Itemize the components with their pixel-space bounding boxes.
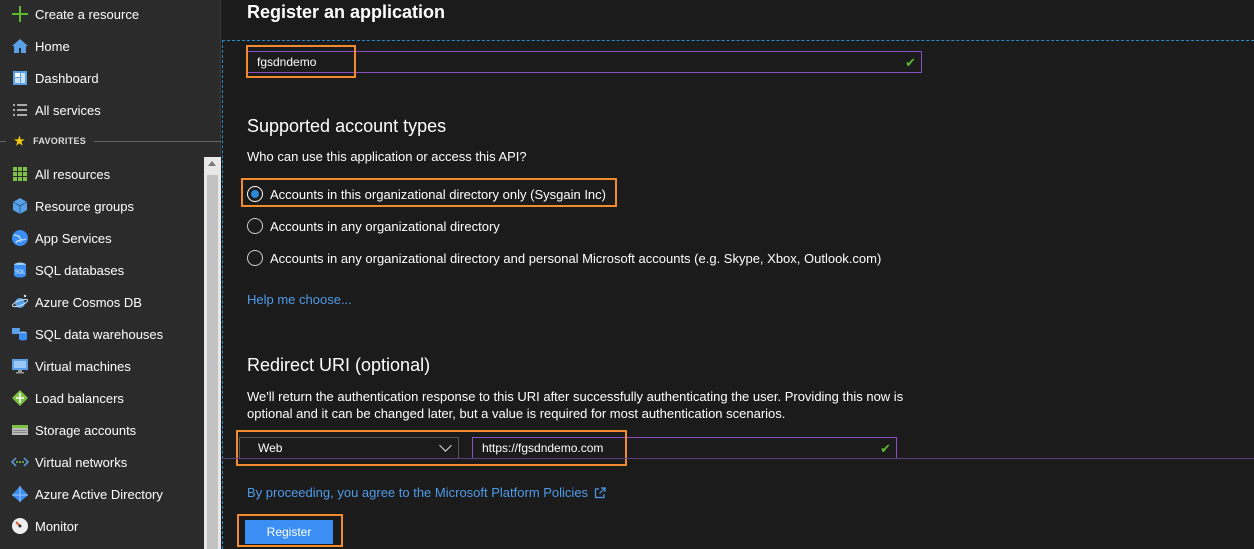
database-icon: SQL — [10, 260, 30, 280]
sidebar-item-dashboard[interactable]: Dashboard — [0, 64, 204, 92]
account-types-question: Who can use this application or access t… — [247, 149, 527, 164]
external-link-icon — [594, 486, 606, 499]
planet-icon — [10, 292, 30, 312]
main-panel: Register an application fgsdndemo ✔ Supp… — [222, 0, 1254, 549]
checkmark-icon: ✔ — [880, 441, 891, 456]
sidebar-item-cosmos-db[interactable]: Azure Cosmos DB — [0, 288, 204, 316]
favorites-header: ★ FAVORITES — [0, 131, 221, 151]
redirect-desc-line1: We'll return the authentication response… — [247, 389, 904, 404]
warehouse-icon — [10, 324, 30, 344]
highlight-box — [236, 430, 627, 466]
highlight-box — [241, 178, 617, 207]
radio-label: Accounts in any organizational directory… — [270, 250, 882, 266]
grid-icon — [10, 164, 30, 184]
list-icon — [10, 100, 30, 120]
star-icon: ★ — [14, 134, 26, 148]
sidebar-item-label: All services — [35, 102, 101, 118]
radio-unselected-icon — [247, 250, 263, 266]
network-icon — [10, 452, 30, 472]
sidebar-item-resource-groups[interactable]: Resource groups — [0, 192, 204, 220]
redirect-uri-title: Redirect URI (optional) — [247, 355, 431, 375]
scroll-up-icon[interactable] — [208, 161, 216, 166]
sidebar-item-label: Azure Active Directory — [35, 486, 163, 502]
storage-icon — [10, 420, 30, 440]
sidebar-item-label: Home — [35, 38, 70, 54]
sidebar-item-virtual-machines[interactable]: Virtual machines — [0, 352, 204, 380]
sidebar-item-all-resources[interactable]: All resources — [0, 160, 204, 188]
sidebar-item-load-balancers[interactable]: Load balancers — [0, 384, 204, 412]
divider — [222, 458, 1254, 459]
highlight-box — [246, 45, 356, 78]
diamond-icon — [10, 388, 30, 408]
monitor-icon — [10, 356, 30, 376]
checkmark-icon: ✔ — [905, 55, 916, 70]
page-title: Register an application — [247, 2, 446, 22]
platform-policies-link[interactable]: By proceeding, you agree to the Microsof… — [247, 485, 606, 500]
globe-icon — [10, 228, 30, 248]
sidebar-item-label: Virtual machines — [35, 358, 131, 374]
favorites-label: FAVORITES — [33, 136, 87, 146]
sidebar-item-label: All resources — [35, 166, 111, 182]
plus-icon — [10, 4, 30, 24]
sidebar-item-label: Load balancers — [35, 390, 124, 406]
sidebar-scrollbar[interactable] — [204, 157, 221, 549]
divider — [222, 40, 1254, 41]
sidebar-item-monitor[interactable]: Monitor — [0, 512, 204, 540]
sidebar-item-label: App Services — [35, 230, 112, 246]
sidebar-item-sql-databases[interactable]: SQL SQL databases — [0, 256, 204, 284]
redirect-desc-line2: optional and it can be changed later, bu… — [247, 406, 786, 421]
sidebar-item-home[interactable]: Home — [0, 32, 204, 60]
sidebar-item-create-resource[interactable]: Create a resource — [0, 0, 204, 28]
sidebar-item-app-services[interactable]: App Services — [0, 224, 204, 252]
sidebar-item-label: SQL data warehouses — [35, 326, 164, 342]
sidebar-item-label: SQL databases — [35, 262, 125, 278]
dashboard-icon — [10, 68, 30, 88]
radio-unselected-icon — [247, 218, 263, 234]
highlight-box — [237, 514, 343, 547]
sidebar-item-all-services[interactable]: All services — [0, 96, 204, 124]
home-icon — [10, 36, 30, 56]
svg-text:SQL: SQL — [15, 270, 25, 276]
help-me-choose-link[interactable]: Help me choose... — [247, 292, 352, 307]
sidebar-item-azure-active-directory[interactable]: Azure Active Directory — [0, 480, 204, 508]
scrollbar-thumb[interactable] — [207, 175, 218, 549]
pyramid-icon — [10, 484, 30, 504]
sidebar-item-label: Dashboard — [35, 70, 99, 86]
policy-text: By proceeding, you agree to the Microsof… — [247, 485, 589, 500]
divider — [0, 141, 6, 142]
sidebar-item-label: Virtual networks — [35, 454, 128, 470]
sidebar-item-label: Create a resource — [35, 6, 140, 22]
sidebar-item-label: Resource groups — [35, 198, 134, 214]
radio-label: Accounts in any organizational directory — [270, 218, 500, 234]
sidebar-item-label: Monitor — [35, 518, 79, 534]
cube-icon — [10, 196, 30, 216]
account-types-title: Supported account types — [247, 116, 447, 136]
sidebar: Create a resource Home Dashboard All ser… — [0, 0, 221, 549]
sidebar-item-label: Azure Cosmos DB — [35, 294, 142, 310]
radio-multi-tenant-personal[interactable]: Accounts in any organizational directory… — [247, 248, 881, 268]
sidebar-item-virtual-networks[interactable]: Virtual networks — [0, 448, 204, 476]
sidebar-item-sql-data-warehouses[interactable]: SQL data warehouses — [0, 320, 204, 348]
sidebar-item-label: Storage accounts — [35, 422, 137, 438]
divider — [94, 141, 221, 142]
radio-multi-tenant[interactable]: Accounts in any organizational directory — [247, 216, 500, 236]
divider — [222, 40, 223, 549]
sidebar-item-storage-accounts[interactable]: Storage accounts — [0, 416, 204, 444]
gauge-icon — [10, 516, 30, 536]
